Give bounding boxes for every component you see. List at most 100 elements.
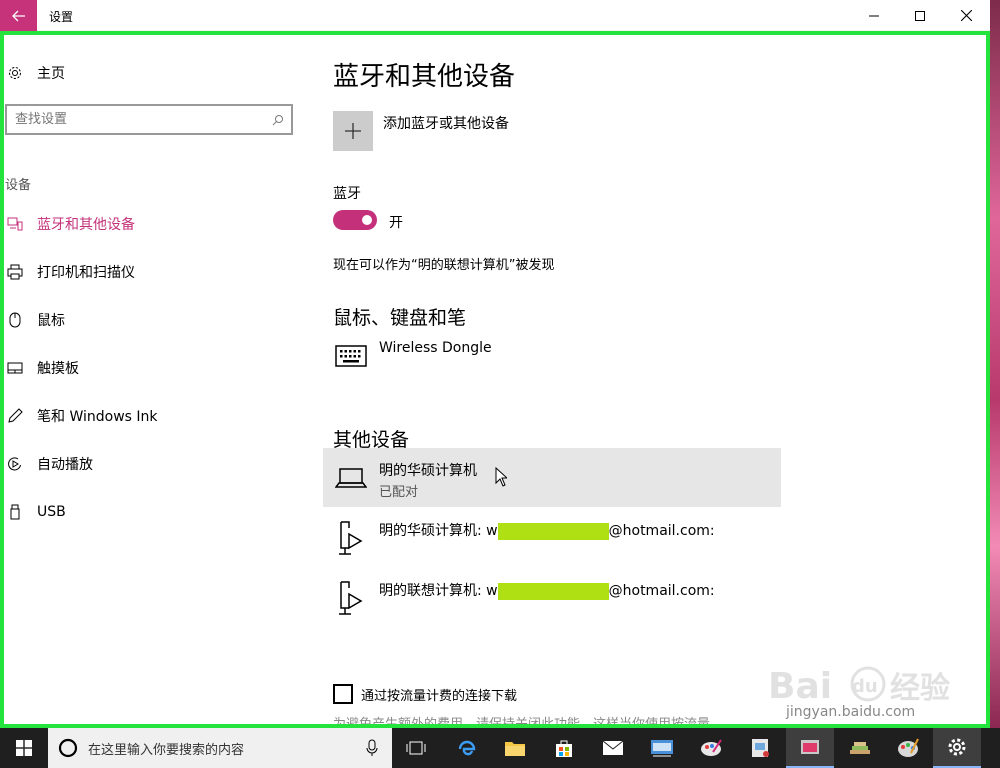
plus-icon [345,123,361,139]
nav-item-label: 笔和 Windows Ink [37,409,158,425]
watermark-url: jingyan.baidu.com [786,704,916,720]
keyboard-icon [335,343,367,369]
device-name-prefix: 明的联想计算机: w [379,583,498,599]
device-name-prefix: 明的华硕计算机: w [379,523,498,539]
app-button-1[interactable] [638,728,686,768]
nav-item-printers[interactable]: 打印机和扫描仪 [5,260,135,284]
svg-text:经验: 经验 [890,671,950,706]
metered-description: 为避免产生额外的费用，请保持关闭此功能，这样当你使用按流量 [333,717,711,728]
svg-text:du: du [852,676,878,697]
section-input-devices: 鼠标、键盘和笔 [333,307,467,329]
settings-window: 设置 主页 设备 蓝牙和其他设备 打印机和扫描仪 [0,0,990,728]
bluetooth-label: 蓝牙 [333,186,361,202]
nav-home[interactable]: 主页 [5,61,65,85]
toggle-knob [362,215,372,225]
maximize-icon [915,10,925,21]
touchpad-icon [5,358,25,378]
nav-item-label: 打印机和扫描仪 [37,265,135,281]
device-name-suffix: @hotmail.com: [608,523,715,539]
media-device-icon [335,580,367,616]
edge-icon [458,740,476,756]
app-button-4[interactable] [786,728,834,768]
device-row-media-2[interactable]: 明的联想计算机: w @hotmail.com: [379,580,715,600]
nav-item-bluetooth[interactable]: 蓝牙和其他设备 [5,212,135,236]
minimize-button[interactable] [851,0,897,31]
nav-item-pen[interactable]: 笔和 Windows Ink [5,404,158,428]
file-explorer-button[interactable] [491,728,539,768]
add-device-button[interactable] [333,111,373,151]
nav-item-label: 触摸板 [37,361,79,377]
redaction-bar [497,522,609,540]
app-button-2[interactable] [687,728,735,768]
start-button[interactable] [0,728,48,768]
mail-icon [602,740,624,755]
paint-palette-icon [898,738,919,757]
nav-item-label: USB [37,504,66,520]
mouse-icon [5,310,25,330]
search-icon[interactable] [265,114,291,126]
bluetooth-state: 开 [389,215,403,231]
pen-icon [5,406,25,426]
page-title: 蓝牙和其他设备 [333,62,516,92]
gear-icon [948,738,966,756]
nav-item-label: 蓝牙和其他设备 [37,217,135,233]
back-button[interactable] [0,0,37,31]
settings-search [5,104,293,135]
microphone-icon[interactable] [366,739,378,757]
windows-logo-icon [16,740,32,756]
document-app-icon [752,739,769,757]
store-button[interactable] [540,728,588,768]
svg-text:Bai: Bai [768,666,832,707]
title-bar: 设置 [0,0,990,31]
close-icon [960,10,972,21]
edge-button[interactable] [443,728,491,768]
device-wireless-dongle[interactable]: Wireless Dongle [379,340,492,356]
bluetooth-toggle[interactable] [333,210,377,230]
app-window-icon [801,740,819,754]
settings-taskbar-button[interactable] [933,728,981,768]
nav-home-label: 主页 [37,66,65,82]
back-arrow-icon [11,10,25,21]
metered-checkbox[interactable] [333,684,353,704]
media-device-icon [335,520,367,556]
folder-icon [505,742,525,756]
app-button-5[interactable] [836,728,884,768]
taskbar: 在这里输入你要搜索的内容 [0,728,1000,768]
keyboard-app-icon [651,740,673,757]
app-button-6[interactable] [884,728,932,768]
maximize-button[interactable] [897,0,943,31]
nav-item-usb[interactable]: USB [5,500,66,524]
paint-icon [701,739,722,756]
nav-item-autoplay[interactable]: 自动播放 [5,452,93,476]
mouse-cursor-icon [495,467,507,487]
redaction-bar [497,582,609,600]
bluetooth-devices-icon [5,214,25,234]
minimize-icon [869,15,879,16]
add-device-label[interactable]: 添加蓝牙或其他设备 [383,113,509,133]
nav-item-mouse[interactable]: 鼠标 [5,308,65,332]
task-view-button[interactable] [392,728,440,768]
mail-button[interactable] [589,728,637,768]
nav-section-title: 设备 [5,178,32,193]
store-icon [556,740,572,757]
highlight-frame [0,31,990,728]
books-icon [850,742,870,754]
device-row-media-1[interactable]: 明的华硕计算机: w @hotmail.com: [379,520,715,540]
device-status: 已配对 [379,485,419,500]
nav-item-label: 自动播放 [37,457,93,473]
close-button[interactable] [943,0,989,31]
settings-search-input[interactable] [7,106,265,133]
app-button-3[interactable] [736,728,784,768]
device-name: 明的华硕计算机 [379,463,477,479]
autoplay-icon [5,454,25,474]
device-name-suffix: @hotmail.com: [608,583,715,599]
taskbar-search[interactable]: 在这里输入你要搜索的内容 [48,728,392,768]
metered-label[interactable]: 通过按流量计费的连接下载 [361,685,517,704]
laptop-icon [335,466,367,490]
taskbar-search-placeholder: 在这里输入你要搜索的内容 [88,742,245,758]
nav-item-touchpad[interactable]: 触摸板 [5,356,79,380]
usb-icon [5,502,25,522]
nav-item-label: 鼠标 [37,313,65,329]
gear-icon [5,63,25,83]
printer-icon [5,262,25,282]
